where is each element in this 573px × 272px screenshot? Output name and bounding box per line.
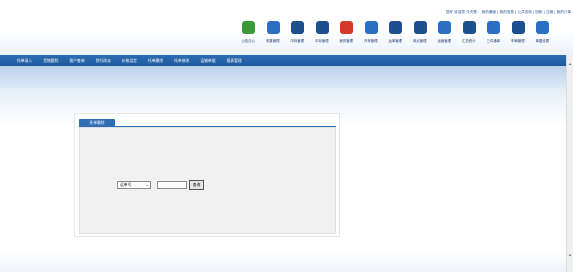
network-icon bbox=[413, 21, 427, 34]
toolbar-button[interactable]: 公告办公 bbox=[236, 21, 261, 47]
gear-icon bbox=[340, 21, 353, 34]
nav-item[interactable]: 运输单据 bbox=[200, 58, 215, 64]
toolbar-label: 单据设置 bbox=[535, 39, 550, 43]
nav-item[interactable]: 报表管理 bbox=[227, 58, 242, 64]
scroll-up-icon[interactable]: ⌃ bbox=[567, 64, 573, 70]
people-icon bbox=[242, 21, 255, 34]
toolbar-label: 三件通单 bbox=[486, 39, 501, 43]
hat-icon bbox=[364, 21, 378, 34]
toolbar-label: 运营管理 bbox=[437, 39, 452, 43]
toolbar-button[interactable]: 运营管理 bbox=[432, 21, 457, 47]
search-type-value: 运单号 bbox=[120, 182, 132, 187]
toolbar-button[interactable]: 单据设置 bbox=[530, 21, 555, 47]
settings-icon bbox=[536, 21, 549, 34]
target-icon bbox=[291, 21, 304, 34]
toolbar-button[interactable]: 车辆管理 bbox=[506, 21, 531, 47]
toolbar-button[interactable]: 中标管理 bbox=[285, 21, 310, 47]
toolbar-label: 采集管理 bbox=[265, 39, 280, 43]
top-header: 您好 欢迎您 今天是： 我的桌面 | 我的信息 | 公共查询 | 回帐 | 注销… bbox=[0, 0, 573, 55]
monitor-icon bbox=[438, 21, 451, 34]
top-links: 您好 欢迎您 今天是： 我的桌面 | 我的信息 | 公共查询 | 回帐 | 注销… bbox=[446, 10, 571, 15]
globe-icon bbox=[487, 21, 500, 34]
toolbar-button[interactable]: 开采管理 bbox=[359, 21, 384, 47]
tab-delete-order[interactable]: 托单删除 bbox=[79, 119, 115, 126]
toolbar-label: 汇总统计 bbox=[461, 39, 476, 43]
chevron-down-icon: ⌄ bbox=[145, 182, 149, 187]
toolbar-button[interactable]: 我的管理 bbox=[334, 21, 359, 47]
toolbar-button[interactable]: 三件通单 bbox=[481, 21, 506, 47]
toolbar-label: 中标管理 bbox=[314, 39, 329, 43]
document-icon bbox=[389, 21, 402, 34]
toolbar-label: 网点管理 bbox=[412, 39, 427, 43]
toolbar-button[interactable]: 运单管理 bbox=[383, 21, 408, 47]
toolbar-button[interactable]: 汇总统计 bbox=[457, 21, 482, 47]
power-icon bbox=[315, 21, 329, 34]
toolbar-label: 中标管理 bbox=[290, 39, 305, 43]
search-form: 运单号 ⌄ 查询 bbox=[79, 127, 336, 234]
user-links[interactable]: 我的桌面 | 我的信息 | 公共查询 | 回帐 | 注销 | 我的订单 bbox=[482, 10, 571, 14]
search-type-select[interactable]: 运单号 ⌄ bbox=[117, 181, 151, 189]
toolbar-button[interactable]: 网点管理 bbox=[408, 21, 433, 47]
content-band bbox=[0, 66, 566, 88]
nav-item[interactable]: 托单删除 bbox=[148, 58, 163, 64]
main-nav: 托单录入 货物跟踪 客户查询 到付改派 价格设定 托单删除 托单修改 运输单据 报表管理 bbox=[0, 55, 566, 66]
module-toolbar: 公告办公 采集管理 中标管理 中标管理 我的管理 开采管理 运单管理 网点管理 运营管理 汇总统计… bbox=[236, 21, 555, 47]
search-button[interactable]: 查询 bbox=[189, 180, 204, 190]
scrollbar[interactable]: ⌃ ⌄ bbox=[566, 55, 573, 272]
scroll-down-icon[interactable]: ⌄ bbox=[567, 252, 573, 258]
toolbar-label: 开采管理 bbox=[363, 39, 378, 43]
delete-order-panel: 托单删除 运单号 ⌄ 查询 bbox=[74, 113, 340, 237]
chart-icon bbox=[462, 21, 476, 34]
truck-icon bbox=[511, 21, 525, 34]
nav-item[interactable]: 托单录入 bbox=[17, 58, 32, 64]
nav-item[interactable]: 到付改派 bbox=[96, 58, 111, 64]
toolbar-label: 公告办公 bbox=[241, 39, 256, 43]
toolbar-button[interactable]: 采集管理 bbox=[261, 21, 286, 47]
nav-item[interactable]: 托单修改 bbox=[174, 58, 189, 64]
nav-item[interactable]: 货物跟踪 bbox=[43, 58, 58, 64]
toolbar-label: 我的管理 bbox=[339, 39, 354, 43]
toolbar-button[interactable]: 中标管理 bbox=[310, 21, 335, 47]
disc-icon bbox=[266, 21, 280, 34]
nav-item[interactable]: 客户查询 bbox=[69, 58, 84, 64]
toolbar-label: 运单管理 bbox=[388, 39, 403, 43]
toolbar-label: 车辆管理 bbox=[510, 39, 525, 43]
nav-item[interactable]: 价格设定 bbox=[122, 58, 137, 64]
search-input[interactable] bbox=[157, 181, 187, 189]
welcome-text: 您好 欢迎您 今天是： bbox=[445, 10, 481, 14]
